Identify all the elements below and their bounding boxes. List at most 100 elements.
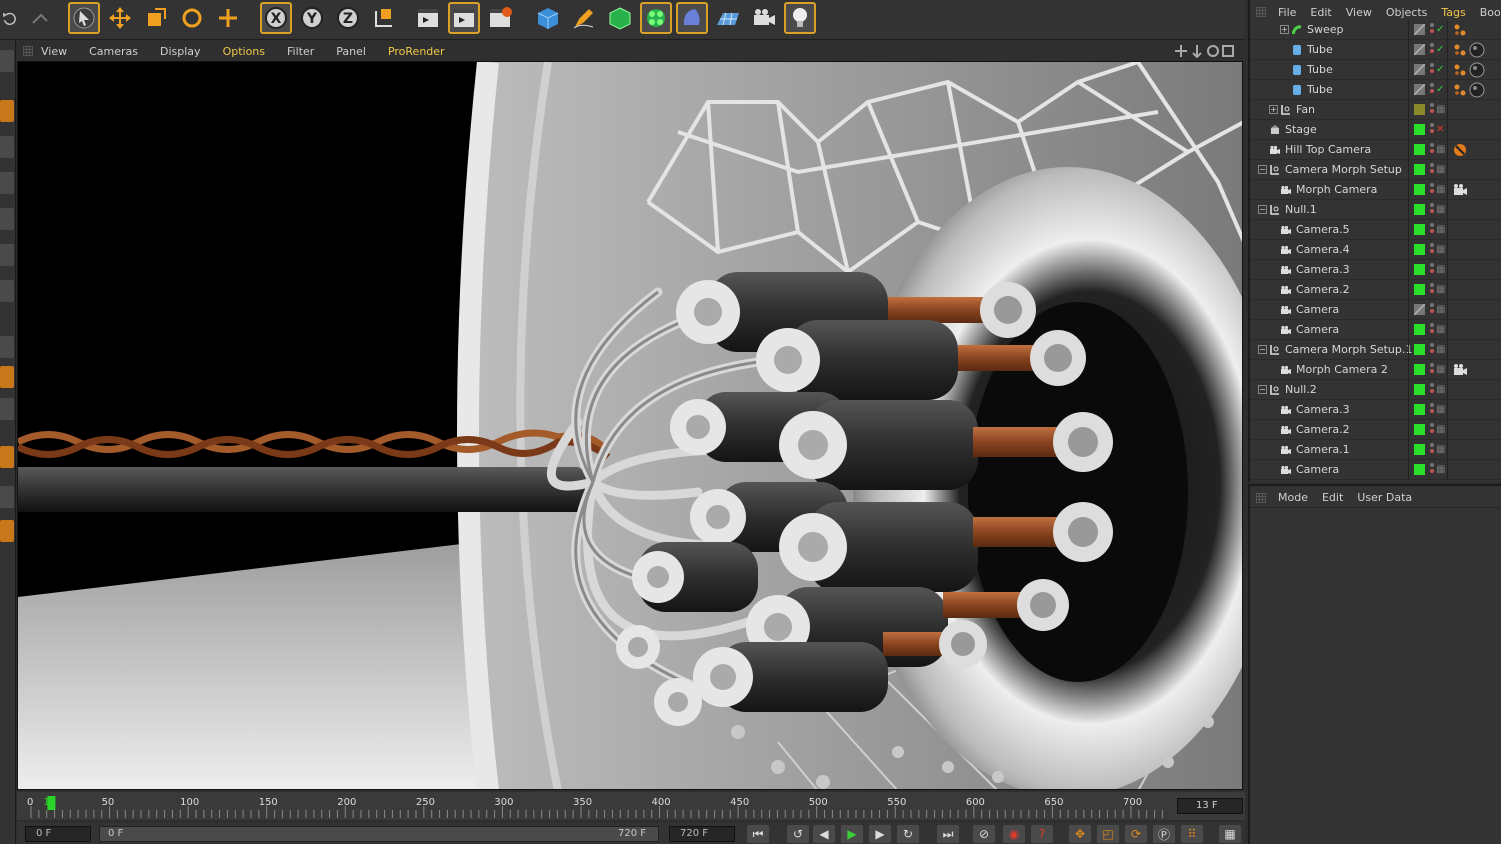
- enabled-check-icon[interactable]: ✓: [1436, 83, 1444, 97]
- x-axis-button[interactable]: X: [260, 2, 292, 34]
- render-checkbox-icon[interactable]: ▦: [1436, 443, 1445, 457]
- phong-tag-icon[interactable]: [1452, 82, 1468, 98]
- previous-key-button[interactable]: ↺: [787, 825, 809, 843]
- object-row[interactable]: Camera.2 ▦: [1250, 420, 1501, 440]
- current-frame-field[interactable]: 13 F: [1177, 798, 1243, 814]
- menu-prorender[interactable]: ProRender: [388, 45, 445, 58]
- enable-snap-icon[interactable]: [0, 446, 14, 468]
- scale-key-button[interactable]: ◰: [1097, 825, 1119, 843]
- parameter-key-button[interactable]: Ⓟ: [1153, 825, 1175, 843]
- visibility-dots-icon[interactable]: [1430, 423, 1434, 437]
- layer-color-swatch[interactable]: [1414, 144, 1425, 155]
- camera-button[interactable]: [748, 2, 780, 34]
- expand-toggle-icon[interactable]: −: [1258, 345, 1267, 354]
- object-name[interactable]: Tube: [1307, 40, 1333, 60]
- object-name[interactable]: Camera.4: [1296, 240, 1350, 260]
- menu-cameras[interactable]: Cameras: [89, 45, 138, 58]
- preview-range-slider[interactable]: 0 F 720 F: [99, 826, 659, 842]
- object-name[interactable]: Camera.5: [1296, 220, 1350, 240]
- visibility-dots-icon[interactable]: [1430, 303, 1434, 317]
- visibility-dots-icon[interactable]: [1430, 243, 1434, 257]
- object-row[interactable]: Hill Top Camera ▦: [1250, 140, 1501, 160]
- object-row[interactable]: Morph Camera 2 ▦: [1250, 360, 1501, 380]
- render-checkbox-icon[interactable]: ▦: [1436, 423, 1445, 437]
- make-editable-icon[interactable]: [0, 50, 14, 72]
- polygons-mode-icon[interactable]: [0, 280, 14, 302]
- render-settings-button[interactable]: [484, 2, 516, 34]
- visibility-dots-icon[interactable]: [1430, 203, 1434, 217]
- object-name[interactable]: Null.1: [1285, 200, 1317, 220]
- visibility-dots-icon[interactable]: [1430, 63, 1434, 77]
- z-axis-button[interactable]: Z: [332, 2, 364, 34]
- floor-button[interactable]: [712, 2, 744, 34]
- layer-color-swatch[interactable]: [1414, 64, 1425, 75]
- object-row[interactable]: + Sweep ✓: [1250, 20, 1501, 40]
- object-name[interactable]: Camera: [1296, 300, 1339, 320]
- 3d-viewport[interactable]: [17, 61, 1243, 790]
- render-checkbox-icon[interactable]: ▦: [1436, 323, 1445, 337]
- timeline-ruler[interactable]: 0 13 50 100 150 200 250 300 350 400 450 500 550 600 65…: [17, 792, 1245, 820]
- expand-toggle-icon[interactable]: −: [1258, 165, 1267, 174]
- cube-primitive-button[interactable]: [532, 2, 564, 34]
- layer-color-swatch[interactable]: [1414, 124, 1425, 135]
- visibility-dots-icon[interactable]: [1430, 263, 1434, 277]
- menu-view[interactable]: View: [1346, 6, 1372, 19]
- render-checkbox-icon[interactable]: ▦: [1436, 283, 1445, 297]
- object-name[interactable]: Camera: [1296, 320, 1339, 340]
- visibility-dots-icon[interactable]: [1430, 183, 1434, 197]
- visibility-dots-icon[interactable]: [1430, 343, 1434, 357]
- play-button[interactable]: ▶: [841, 825, 863, 843]
- move-tool-button[interactable]: [104, 2, 136, 34]
- go-to-end-button[interactable]: ⏭: [937, 825, 959, 843]
- drag-grip-icon[interactable]: [1256, 492, 1266, 503]
- tweak-mode-icon[interactable]: [0, 366, 14, 388]
- visibility-dots-icon[interactable]: [1430, 163, 1434, 177]
- drag-grip-icon[interactable]: [1256, 7, 1266, 17]
- visibility-dots-icon[interactable]: [1430, 83, 1434, 97]
- enabled-check-icon[interactable]: ✓: [1436, 23, 1444, 37]
- visibility-dots-icon[interactable]: [1430, 223, 1434, 237]
- morph-camera-tag-icon[interactable]: [1452, 362, 1468, 378]
- layer-color-swatch[interactable]: [1414, 384, 1425, 395]
- autokeying-button[interactable]: ◉: [1003, 825, 1025, 843]
- visibility-dots-icon[interactable]: [1430, 463, 1434, 477]
- render-checkbox-icon[interactable]: ▦: [1436, 303, 1445, 317]
- render-checkbox-icon[interactable]: ▦: [1436, 263, 1445, 277]
- subdivision-surface-button[interactable]: [604, 2, 636, 34]
- menu-panel[interactable]: Panel: [336, 45, 366, 58]
- object-name[interactable]: Tube: [1307, 80, 1333, 100]
- object-row[interactable]: − Camera Morph Setup ▦: [1250, 160, 1501, 180]
- object-row[interactable]: Morph Camera ▦: [1250, 180, 1501, 200]
- material-tag-icon[interactable]: [1469, 82, 1485, 98]
- expand-toggle-icon[interactable]: +: [1269, 105, 1278, 114]
- record-keys-button[interactable]: ⊘: [973, 825, 995, 843]
- menu-display[interactable]: Display: [160, 45, 201, 58]
- live-selection-button[interactable]: [212, 2, 244, 34]
- layer-color-swatch[interactable]: [1414, 184, 1425, 195]
- viewport-navigation-icons[interactable]: [1175, 44, 1235, 58]
- layer-color-swatch[interactable]: [1414, 324, 1425, 335]
- model-mode-icon[interactable]: [0, 100, 14, 122]
- object-row[interactable]: Camera ▦: [1250, 320, 1501, 340]
- layer-color-swatch[interactable]: [1414, 24, 1425, 35]
- render-checkbox-icon[interactable]: ▦: [1436, 223, 1445, 237]
- render-checkbox-icon[interactable]: ▦: [1436, 243, 1445, 257]
- expand-toggle-icon[interactable]: −: [1258, 385, 1267, 394]
- visibility-dots-icon[interactable]: [1430, 283, 1434, 297]
- phong-tag-icon[interactable]: [1452, 42, 1468, 58]
- spline-pen-button[interactable]: [568, 2, 600, 34]
- planar-workplane-icon[interactable]: [0, 520, 14, 542]
- visibility-dots-icon[interactable]: [1430, 23, 1434, 37]
- rotation-key-button[interactable]: ⟳: [1125, 825, 1147, 843]
- object-name[interactable]: Stage: [1285, 120, 1317, 140]
- previous-frame-button[interactable]: ◀: [813, 825, 835, 843]
- object-name[interactable]: Camera Morph Setup.1: [1285, 340, 1412, 360]
- layer-color-swatch[interactable]: [1414, 44, 1425, 55]
- visibility-dots-icon[interactable]: [1430, 323, 1434, 337]
- visibility-dots-icon[interactable]: [1430, 363, 1434, 377]
- next-frame-button[interactable]: ▶: [869, 825, 891, 843]
- menu-edit[interactable]: Edit: [1310, 6, 1331, 19]
- visibility-dots-icon[interactable]: [1430, 443, 1434, 457]
- object-name[interactable]: Hill Top Camera: [1285, 140, 1371, 160]
- disabled-x-icon[interactable]: ✕: [1436, 123, 1444, 137]
